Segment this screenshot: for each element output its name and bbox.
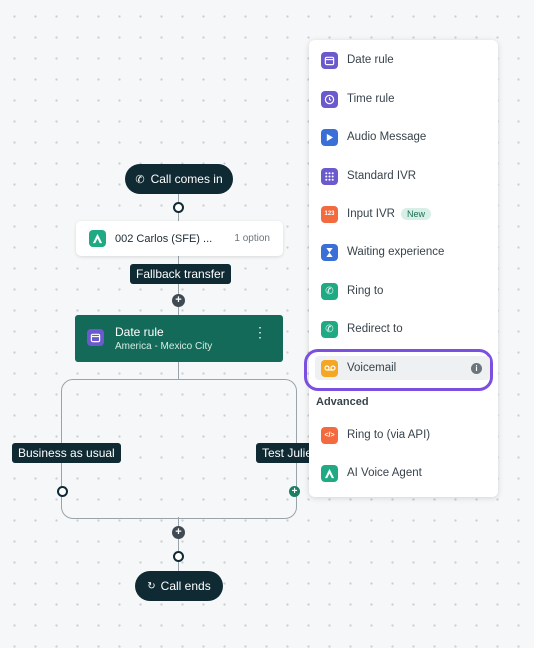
info-icon[interactable]: i xyxy=(471,362,482,374)
date-rule-title: Date rule xyxy=(115,325,164,339)
start-node[interactable]: ✆ Call comes in xyxy=(125,164,233,194)
menu-item-audio-message[interactable]: Audio Message xyxy=(321,125,426,149)
hourglass-icon xyxy=(321,243,338,261)
menu-item-date-rule[interactable]: Date rule xyxy=(321,48,394,72)
menu-item-redirect-to[interactable]: ✆ Redirect to xyxy=(321,317,403,341)
branch-left-dot xyxy=(57,486,68,497)
menu-item-time-rule[interactable]: Time rule xyxy=(321,87,395,111)
menu-item-label: Audio Message xyxy=(347,131,427,143)
end-node[interactable]: ↻ Call ends xyxy=(135,571,223,601)
menu-item-ring-to[interactable]: ✆ Ring to xyxy=(321,279,383,303)
branch-left-label: Business as usual xyxy=(12,443,121,463)
ai-agent-icon xyxy=(89,230,106,247)
menu-item-label: Ring to (via API) xyxy=(347,429,431,441)
phone-ring-icon: ✆ xyxy=(321,282,338,300)
menu-item-label: Date rule xyxy=(347,54,394,66)
menu-item-ring-to-api[interactable]: </> Ring to (via API) xyxy=(321,423,430,447)
menu-item-ai-voice-agent[interactable]: AI Voice Agent xyxy=(321,461,422,485)
menu-item-input-ivr[interactable]: 123 Input IVR New xyxy=(321,202,431,226)
menu-item-voicemail[interactable]: Voicemail i xyxy=(315,356,490,380)
menu-item-label: AI Voice Agent xyxy=(347,467,422,479)
date-rule-node[interactable]: Date rule America - Mexico City ⋮ xyxy=(75,315,283,362)
advanced-section-label: Advanced xyxy=(316,396,369,408)
voicemail-icon xyxy=(321,359,338,377)
add-step-button-bottom[interactable]: + xyxy=(172,526,185,539)
hangup-icon: ↻ xyxy=(147,580,156,592)
branch-right-add-button[interactable]: + xyxy=(289,486,300,497)
date-rule-subtitle: America - Mexico City xyxy=(115,341,213,352)
menu-item-label: Waiting experience xyxy=(347,246,445,258)
grid-icon xyxy=(321,167,338,185)
ivr-node[interactable]: 002 Carlos (SFE) ... 1 option xyxy=(76,221,283,256)
more-options-icon[interactable]: ⋮ xyxy=(253,325,267,339)
connector-line xyxy=(178,362,179,380)
start-label: Call comes in xyxy=(150,172,223,186)
menu-item-waiting-experience[interactable]: Waiting experience xyxy=(321,240,444,264)
branch-right-label: Test Juliet xyxy=(256,443,314,463)
add-step-menu: Date rule Time rule Audio Message Standa… xyxy=(304,40,498,497)
ai-agent-icon xyxy=(321,464,338,482)
end-label: Call ends xyxy=(160,579,211,593)
ivr-node-count: 1 option xyxy=(234,233,270,244)
menu-item-label: Input IVR xyxy=(347,208,395,220)
clock-icon xyxy=(321,90,338,108)
new-badge: New xyxy=(400,208,431,220)
menu-item-standard-ivr[interactable]: Standard IVR xyxy=(321,164,416,188)
menu-item-label: Time rule xyxy=(347,93,395,105)
phone-icon: ✆ xyxy=(135,173,145,186)
menu-item-label: Voicemail xyxy=(347,362,397,374)
ivr-node-name: 002 Carlos (SFE) ... xyxy=(115,232,213,245)
fallback-label: Fallback transfer xyxy=(130,264,231,284)
menu-item-label: Ring to xyxy=(347,285,384,297)
phone-redirect-icon: ✆ xyxy=(321,320,338,338)
code-icon: </> xyxy=(321,426,338,444)
play-icon xyxy=(321,128,338,146)
calendar-icon xyxy=(321,51,338,69)
keypad-icon: 123 xyxy=(321,205,338,223)
menu-item-label: Redirect to xyxy=(347,323,403,335)
connector-dot xyxy=(173,202,184,213)
calendar-icon xyxy=(87,329,104,346)
add-step-button[interactable]: + xyxy=(172,294,185,307)
connector-dot xyxy=(173,551,184,562)
menu-item-label: Standard IVR xyxy=(347,170,417,182)
